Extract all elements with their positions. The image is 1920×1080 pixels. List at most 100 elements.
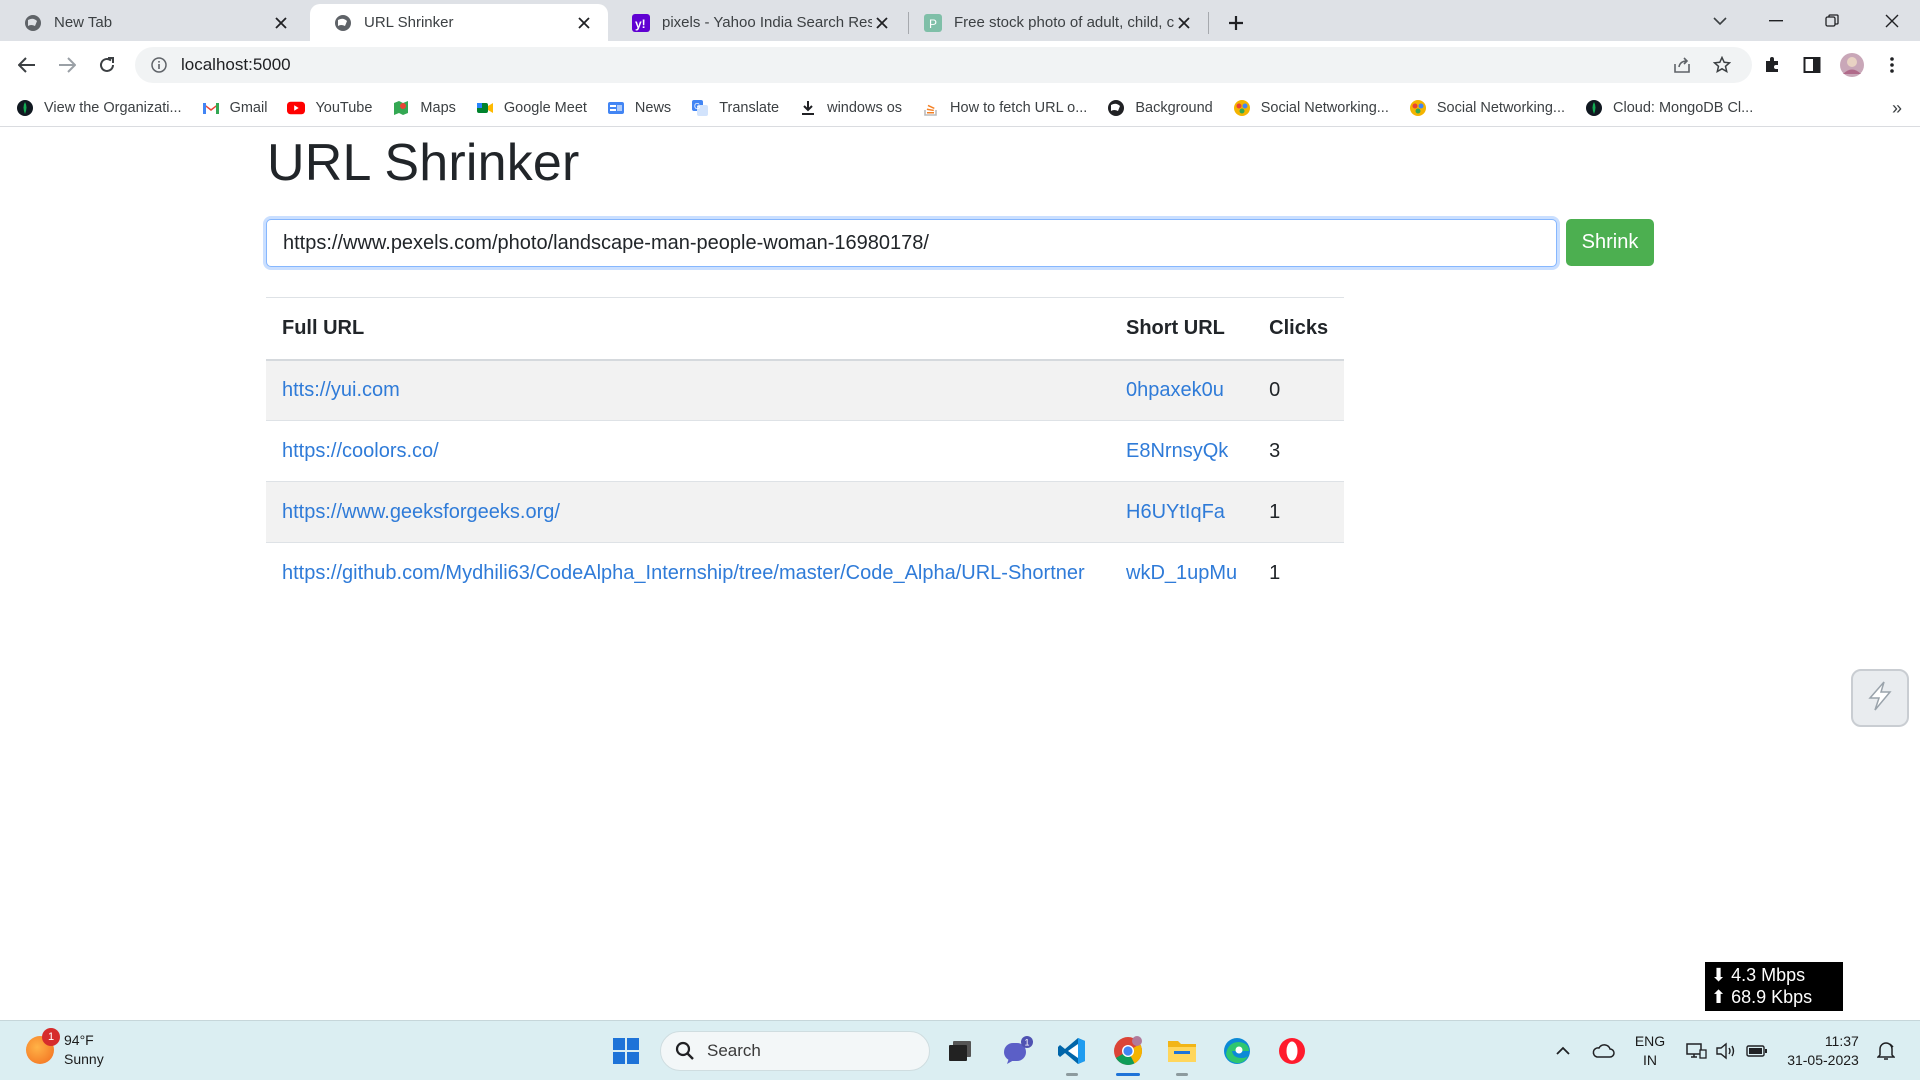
short-url-cell: 0hpaxek0u [1110,359,1254,421]
clicks-cell: 3 [1253,420,1345,482]
chrome-globe-icon [24,14,42,32]
tray-overflow-chevron-up-icon[interactable] [1551,1021,1575,1080]
urls-table: Full URL Short URL Clicks htts://yui.com… [266,297,1345,604]
bookmark-label: Maps [420,99,456,116]
news-icon [607,99,625,117]
bookmark-item[interactable]: Maps [392,99,456,117]
pexels-icon: P [924,13,942,32]
battery-icon[interactable] [1744,1021,1770,1080]
back-arrow-icon[interactable] [11,49,43,81]
restore-icon[interactable] [1804,0,1860,41]
vscode-running-indicator [1066,1073,1078,1076]
chrome-active-indicator [1116,1073,1140,1076]
short-url-link[interactable]: wkD_1upMu [1126,562,1237,584]
download-icon [799,99,817,117]
profile-avatar[interactable] [1836,49,1868,81]
side-panel-icon[interactable] [1796,49,1828,81]
tab-pexels-photo[interactable]: P Free stock photo of adult, child, c [900,4,1208,41]
extensions-puzzle-icon[interactable] [1756,49,1788,81]
download-speed: ⬇ 4.3 Mbps [1711,965,1806,985]
bookmark-item[interactable]: windows os [799,99,902,117]
task-view-icon[interactable] [940,1031,980,1071]
reload-icon[interactable] [91,49,123,81]
bookmark-item[interactable]: YouTube [287,99,372,117]
bookmark-item[interactable]: Gmail [202,99,267,117]
full-url-cell: https://github.com/Mydhili63/CodeAlpha_I… [266,542,1110,604]
notification-bell-icon[interactable] [1874,1021,1898,1080]
language-indicator[interactable]: ENG IN [1630,1021,1670,1080]
address-bar[interactable]: localhost:5000 [135,47,1752,83]
minimize-icon[interactable] [1748,0,1804,41]
opera-icon[interactable] [1272,1031,1312,1071]
vscode-icon[interactable] [1052,1031,1092,1071]
floating-widget-button[interactable] [1851,669,1909,727]
full-url-link[interactable]: https://coolors.co/ [282,440,439,462]
taskbar: 1 94°F Sunny Search 1 ENG IN 11:37 31-05… [0,1020,1920,1080]
bookmark-item[interactable]: How to fetch URL o... [922,99,1087,117]
network-icon[interactable] [1684,1021,1708,1080]
yahoo-icon: y! [632,13,650,32]
bookmark-item[interactable]: View the Organizati... [16,99,182,117]
tab-yahoo-search[interactable]: y! pixels - Yahoo India Search Resul [608,4,906,41]
full-url-cell: https://coolors.co/ [266,420,1110,482]
full-url-link[interactable]: htts://yui.com [282,379,400,401]
table-row: https://github.com/Mydhili63/CodeAlpha_I… [266,542,1345,604]
tab-new-tab[interactable]: New Tab [0,4,305,41]
full-url-cell: https://www.geeksforgeeks.org/ [266,481,1110,543]
clicks-cell: 1 [1253,481,1345,543]
tab-url-shrinker[interactable]: URL Shrinker [310,4,608,41]
weather-widget[interactable]: 1 94°F Sunny [26,1028,104,1069]
short-url-link[interactable]: E8NrnsyQk [1126,440,1228,462]
search-icon [675,1041,695,1061]
short-url-link[interactable]: H6UYtIqFa [1126,501,1225,523]
bookmark-label: Translate [719,99,780,116]
bookmark-item[interactable]: Background [1107,99,1213,117]
forward-arrow-icon[interactable] [51,49,83,81]
bookmark-item[interactable]: Cloud: MongoDB Cl... [1585,99,1753,117]
short-url-link[interactable]: 0hpaxek0u [1126,379,1224,401]
chrome-icon[interactable] [1108,1031,1148,1071]
tab-search-chevron-down-icon[interactable] [1692,0,1748,41]
close-icon[interactable] [872,13,892,33]
shrink-button[interactable]: Shrink [1566,219,1654,266]
url-input[interactable] [266,219,1557,267]
bookmark-star-icon[interactable] [1706,49,1738,81]
close-icon[interactable] [1174,13,1194,33]
close-icon[interactable] [574,13,594,33]
clock[interactable]: 11:37 31-05-2023 [1780,1021,1866,1080]
full-url-link[interactable]: https://www.geeksforgeeks.org/ [282,501,560,523]
bookmark-item[interactable]: Google Meet [476,99,587,117]
youtube-icon [287,99,306,117]
full-url-link[interactable]: https://github.com/Mydhili63/CodeAlpha_I… [282,562,1085,584]
mongodb-leaf-icon [16,99,34,117]
close-icon[interactable] [271,13,291,33]
bookmarks-overflow-chevron-icon[interactable]: » [1892,89,1902,127]
bookmark-label: YouTube [315,99,373,116]
share-icon[interactable] [1666,49,1698,81]
tab-title: pixels - Yahoo India Search Resul [662,14,872,31]
new-tab-plus-icon[interactable] [1221,8,1251,38]
tab-title: Free stock photo of adult, child, c [954,14,1174,31]
site-info-icon[interactable] [149,55,169,75]
table-row: https://coolors.co/ E8NrnsyQk 3 [266,420,1345,482]
taskbar-search-box[interactable]: Search [660,1031,930,1071]
weather-condition: Sunny [64,1051,104,1067]
header-clicks: Clicks [1253,297,1345,361]
teams-chat-icon[interactable]: 1 [997,1031,1037,1071]
window-close-icon[interactable] [1864,0,1920,41]
edge-icon[interactable] [1217,1031,1257,1071]
volume-icon[interactable] [1714,1021,1738,1080]
bookmark-item[interactable]: Social Networking... [1409,99,1565,117]
lightning-bolt-icon [1862,678,1898,719]
bookmark-label: Google Meet [503,99,587,116]
bookmark-item[interactable]: Social Networking... [1233,99,1389,117]
full-url-cell: htts://yui.com [266,359,1110,421]
file-explorer-icon[interactable] [1162,1031,1202,1071]
more-menu-icon[interactable] [1876,49,1908,81]
onedrive-cloud-icon[interactable] [1589,1021,1617,1080]
bookmark-item[interactable]: News [607,99,671,117]
bookmark-item[interactable]: G Translate [691,99,779,117]
clock-time: 11:37 [1824,1033,1859,1049]
windows-start-icon[interactable] [606,1031,646,1071]
upload-speed: ⬆ 68.9 Kbps [1711,987,1813,1007]
